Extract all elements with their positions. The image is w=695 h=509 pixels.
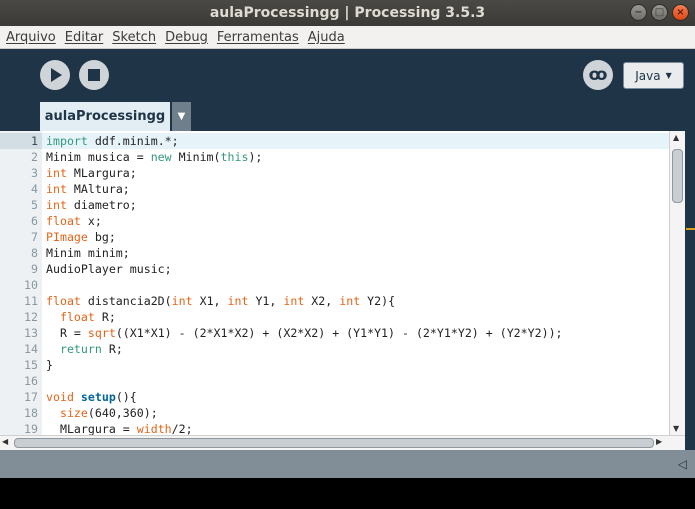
desktop-background [0,478,695,509]
line-number: 1 [0,133,42,149]
line-number: 19 [24,422,38,435]
maximize-icon[interactable]: □ [651,4,668,21]
code-text: int MAltura; [46,182,130,196]
window-title: aulaProcessingg | Processing 3.5.3 [209,5,486,21]
line-number: 10 [24,278,38,292]
line-number: 14 [24,342,38,356]
code-text: } [46,358,53,372]
code-text: PImage bg; [46,230,116,244]
line-number: 12 [24,310,38,324]
console-status-bar: ◁ [0,450,695,478]
code-line[interactable]: 1 import ddf.minim.*; [0,133,669,149]
menu-ferramentas[interactable]: Ferramentas [217,30,299,45]
code-text: void setup(){ [46,390,137,404]
vertical-scroll-thumb[interactable] [672,149,683,203]
code-text: float R; [59,310,116,324]
scroll-up-icon[interactable]: ▲ [673,133,679,142]
code-text: return R; [59,342,123,356]
code-line[interactable]: 19 MLargura = width/2; [0,421,669,435]
menu-ajuda[interactable]: Ajuda [308,30,345,45]
code-line[interactable]: 13 R = sqrt((X1*X1) - (2*X1*X2) + (X2*X2… [0,325,669,341]
code-line[interactable]: 6 float x; [0,213,669,229]
line-number: 8 [31,246,38,260]
code-text: MLargura = width/2; [46,422,193,435]
code-line[interactable]: 10 [0,277,669,293]
stop-button[interactable] [79,60,109,90]
line-number: 13 [24,326,38,340]
mode-label: Java [635,68,661,83]
tab-aulaprocessingg[interactable]: aulaProcessingg [40,102,170,131]
code-editor[interactable]: 1 import ddf.minim.*; 2 Minim musica = new … [0,131,669,435]
line-number: 5 [31,198,38,212]
code-line[interactable]: 8 Minim minim; [0,245,669,261]
scroll-left-icon[interactable]: ◀ [2,437,8,446]
code-text: size(640,360); [59,406,158,420]
code-line[interactable]: 2 Minim musica = new Minim(this); [0,149,669,165]
window-controls: − □ × [630,4,689,21]
code-text: AudioPlayer music; [46,262,172,276]
console-toggle-icon[interactable]: ◁ [678,457,687,471]
menu-bar: Arquivo Editar Sketch Debug Ferramentas … [0,26,695,49]
right-edge-strip [685,131,695,435]
run-button[interactable] [40,60,70,90]
debug-button[interactable]: ꝏ [583,60,613,90]
error-marker [686,228,695,230]
line-number: 17 [24,390,38,404]
code-line[interactable]: 3 int MLargura; [0,165,669,181]
mode-selector[interactable]: Java ▼ [623,62,684,89]
code-text: int MLargura; [46,166,137,180]
line-number: 3 [31,166,38,180]
code-text: import ddf.minim.*; [46,134,179,148]
code-line[interactable]: 14 return R; [0,341,669,357]
code-line[interactable]: 18 size(640,360); [0,405,669,421]
code-line[interactable]: 12 float R; [0,309,669,325]
code-line[interactable]: 11 float distancia2D(int X1, int Y1, int … [0,293,669,309]
line-number: 2 [31,150,38,164]
window-titlebar: aulaProcessingg | Processing 3.5.3 − □ × [0,0,695,26]
line-number: 4 [31,182,38,196]
scroll-right-icon[interactable]: ▶ [656,437,662,446]
close-icon[interactable]: × [672,4,689,21]
butterfly-icon: ꝏ [588,65,608,85]
menu-editar[interactable]: Editar [65,30,104,45]
code-line[interactable]: 4 int MAltura; [0,181,669,197]
line-number: 11 [24,294,38,308]
code-text: float x; [46,214,102,228]
line-number: 6 [31,214,38,228]
code-text: int diametro; [46,198,137,212]
vertical-scrollbar[interactable]: ▲ ▼ [669,131,685,435]
scrollbar-corner [685,435,695,450]
code-line[interactable]: 7 PImage bg; [0,229,669,245]
menu-debug[interactable]: Debug [165,30,208,45]
play-icon [51,68,62,82]
chevron-down-icon: ▼ [665,71,672,80]
code-line[interactable]: 5 int diametro; [0,197,669,213]
line-number: 18 [24,406,38,420]
horizontal-scroll-thumb[interactable] [14,438,654,448]
code-line[interactable]: 9 AudioPlayer music; [0,261,669,277]
line-number: 16 [24,374,38,388]
line-number: 9 [31,262,38,276]
minimize-icon[interactable]: − [630,4,647,21]
code-text: R = sqrt((X1*X1) - (2*X1*X2) + (X2*X2) +… [46,326,563,340]
chevron-down-icon: ▼ [177,111,186,122]
stop-icon [88,69,100,81]
code-line[interactable]: 17 void setup(){ [0,389,669,405]
code-line[interactable]: 16 [0,373,669,389]
tab-strip: aulaProcessingg ▼ [0,102,695,131]
horizontal-scrollbar[interactable]: ◀ ▶ [0,435,685,450]
tab-menu-button[interactable]: ▼ [172,102,191,131]
code-line[interactable]: 15} [0,357,669,373]
line-number: 15 [24,358,38,372]
line-number: 7 [31,230,38,244]
scroll-down-icon[interactable]: ▼ [673,424,679,433]
code-text: float distancia2D(int X1, int Y1, int X2… [46,294,396,308]
code-text: Minim minim; [46,246,130,260]
code-text: Minim musica = new Minim(this); [46,150,263,164]
menu-arquivo[interactable]: Arquivo [6,30,56,45]
toolbar: ꝏ Java ▼ [0,49,695,102]
menu-sketch[interactable]: Sketch [112,30,156,45]
